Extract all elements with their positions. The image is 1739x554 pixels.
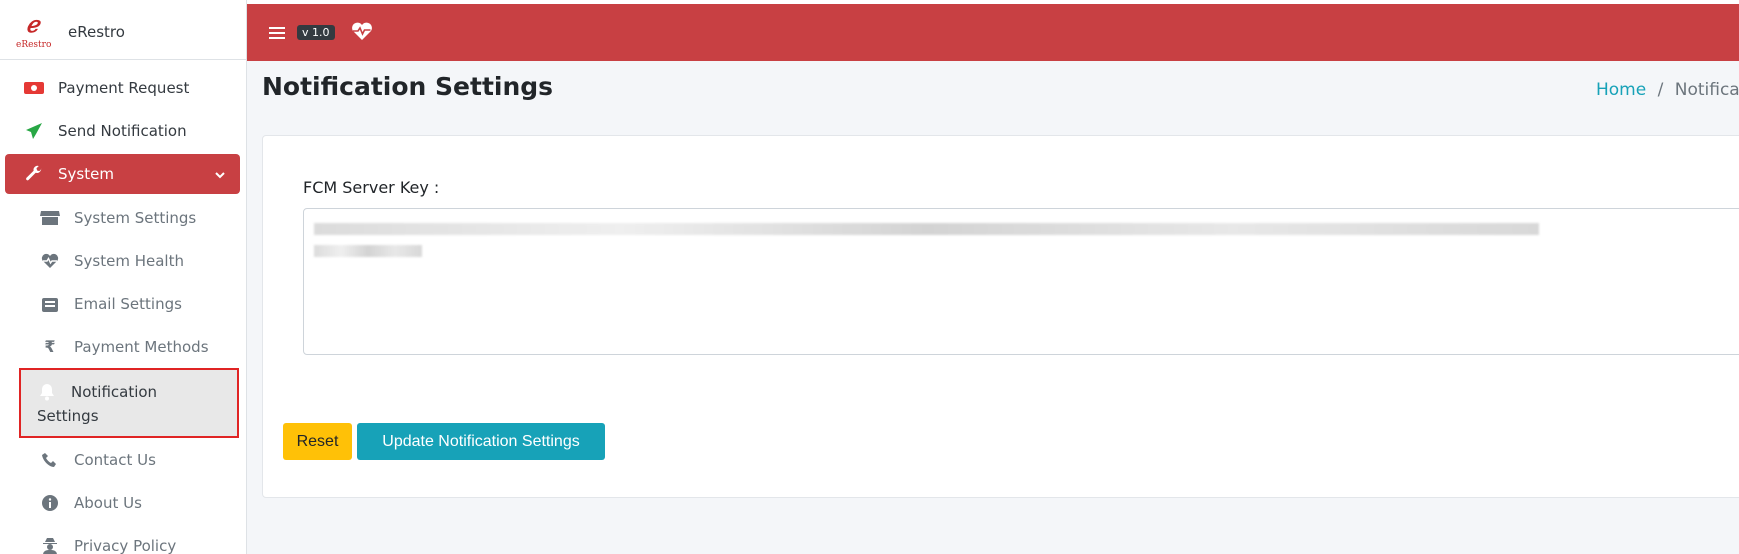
breadcrumb: Home / Notification Settings xyxy=(1596,80,1739,100)
sidebar-item-label: Notification Settings xyxy=(37,380,211,428)
paper-plane-icon xyxy=(24,121,44,141)
system-submenu: System Settings System Health Email Sett… xyxy=(0,196,246,554)
info-circle-icon xyxy=(40,493,60,513)
user-secret-icon xyxy=(40,536,60,554)
sidebar-item-label: System Health xyxy=(74,251,184,270)
sidebar-nav: Payment Request Send Notification System… xyxy=(0,60,246,554)
breadcrumb-separator: / xyxy=(1657,80,1664,100)
sidebar-item-label: About Us xyxy=(74,493,142,512)
rupee-icon: ₹ xyxy=(44,337,56,356)
breadcrumb-current: Notification Settings xyxy=(1674,80,1739,100)
reset-button[interactable]: Reset xyxy=(283,423,352,460)
sidebar-item-email-settings[interactable]: Email Settings xyxy=(0,282,246,325)
sidebar-item-label: System Settings xyxy=(74,208,197,227)
redacted-key-line-2 xyxy=(314,245,422,257)
sidebar-item-system[interactable]: System xyxy=(5,154,240,194)
sidebar-item-payment-methods[interactable]: ₹ Payment Methods xyxy=(0,325,246,368)
sidebar: ℯ eRestro eRestro Payment Request Send N… xyxy=(0,0,247,554)
sidebar-item-contact-us[interactable]: Contact Us xyxy=(0,438,246,481)
sidebar-item-label: System xyxy=(58,165,114,183)
notification-settings-card: FCM Server Key : Reset Update Notificati… xyxy=(262,135,1739,498)
chevron-down-icon xyxy=(214,166,226,184)
breadcrumb-home-link[interactable]: Home xyxy=(1596,80,1646,100)
heartbeat-icon xyxy=(40,251,60,271)
sidebar-item-label: Contact Us xyxy=(74,450,156,469)
label-line-2: Settings xyxy=(37,407,99,425)
hamburger-icon[interactable] xyxy=(269,21,285,45)
version-badge: v 1.0 xyxy=(297,25,335,40)
sidebar-item-notification-settings[interactable]: Notification Settings xyxy=(19,368,239,438)
bell-icon xyxy=(37,382,57,402)
sidebar-item-label: Send Notification xyxy=(58,121,187,140)
label-line-1: Notification xyxy=(71,383,158,401)
heartbeat-icon[interactable] xyxy=(351,21,373,45)
sidebar-item-label: Payment Request xyxy=(58,78,190,97)
envelope-open-icon xyxy=(40,294,60,314)
wrench-icon xyxy=(24,164,44,184)
fcm-server-key-input[interactable] xyxy=(303,208,1739,355)
sidebar-item-privacy-policy[interactable]: Privacy Policy xyxy=(0,524,246,554)
sidebar-item-send-notification[interactable]: Send Notification xyxy=(0,109,246,152)
sidebar-item-payment-request[interactable]: Payment Request xyxy=(0,66,246,109)
brand[interactable]: ℯ eRestro eRestro xyxy=(0,0,246,60)
redacted-key-line-1 xyxy=(314,223,1539,235)
phone-icon xyxy=(40,450,60,470)
update-notification-settings-button[interactable]: Update Notification Settings xyxy=(357,423,605,460)
brand-logo: ℯ eRestro xyxy=(16,11,52,50)
sidebar-item-system-settings[interactable]: System Settings xyxy=(0,196,246,239)
sidebar-item-about-us[interactable]: About Us xyxy=(0,481,246,524)
sidebar-item-system-health[interactable]: System Health xyxy=(0,239,246,282)
money-bill-icon xyxy=(24,78,44,98)
fcm-server-key-label: FCM Server Key : xyxy=(303,178,440,197)
sidebar-item-label: Privacy Policy xyxy=(74,536,177,554)
top-navbar: v 1.0 xyxy=(247,4,1739,61)
store-icon xyxy=(40,208,60,228)
sidebar-item-label: Payment Methods xyxy=(74,337,209,356)
page-title: Notification Settings xyxy=(262,72,554,101)
sidebar-item-label: Email Settings xyxy=(74,294,182,313)
brand-name: eRestro xyxy=(68,22,125,41)
